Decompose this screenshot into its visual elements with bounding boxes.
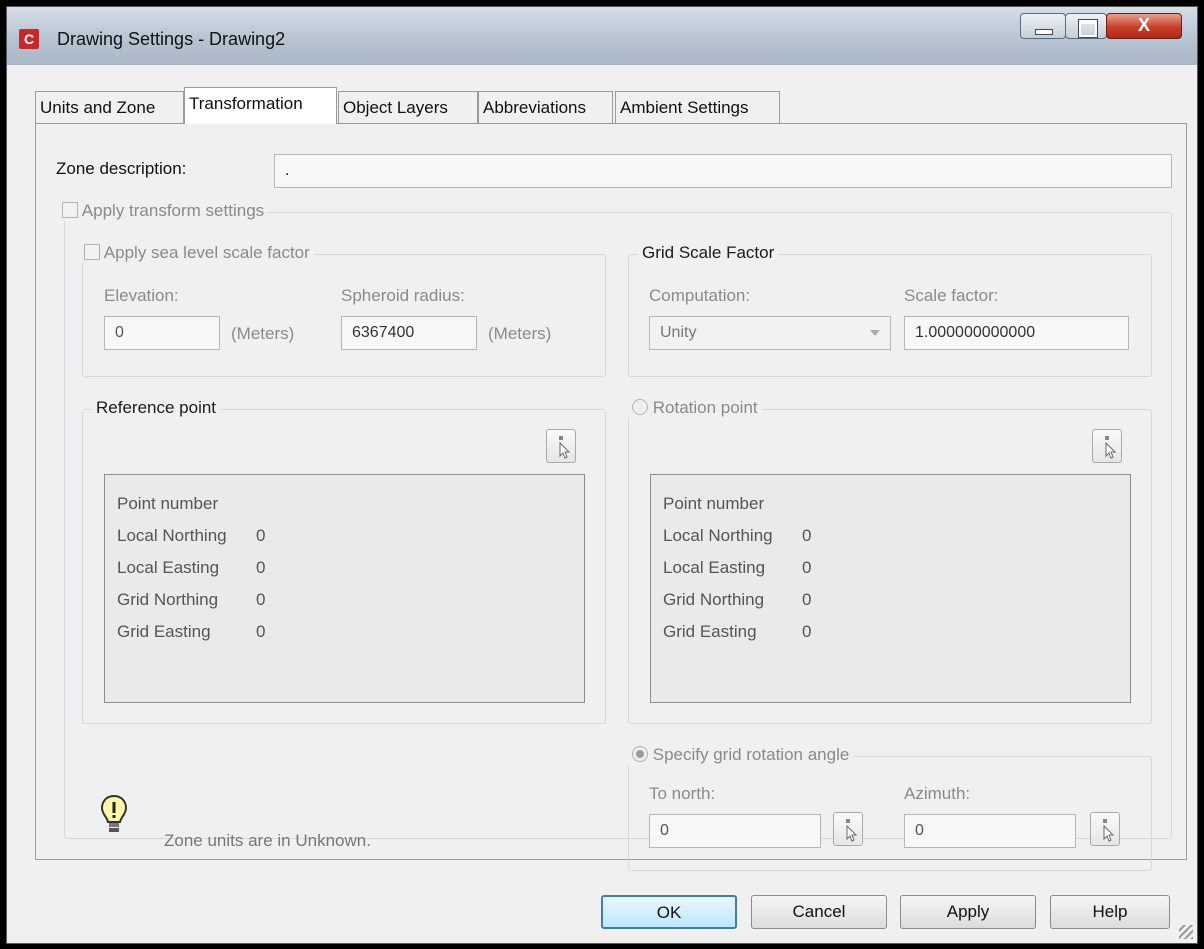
row-label: Point number [117, 494, 219, 513]
pick-cursor-icon [846, 819, 858, 842]
rotation-point-label: Rotation point [652, 398, 758, 417]
row-label: Local Easting [663, 558, 766, 577]
rotation-point-pick-button[interactable] [1092, 429, 1122, 463]
pick-cursor-icon [1105, 436, 1117, 459]
row-value: 0 [256, 622, 266, 641]
list-item: Grid Northing 0 [117, 590, 265, 610]
list-item: Point number [117, 494, 218, 514]
grid-rotation-radio[interactable] [632, 746, 648, 762]
sea-level-label: Apply sea level scale factor [103, 243, 310, 262]
elevation-field[interactable]: 0 [104, 316, 220, 350]
ok-button[interactable]: OK [601, 895, 737, 929]
dialog-window: C Drawing Settings - Drawing2 X Units an… [6, 6, 1198, 944]
pick-cursor-icon [1103, 819, 1115, 842]
to-north-field[interactable]: 0 [649, 814, 821, 848]
to-north-pick-button[interactable] [833, 812, 863, 846]
grid-scale-title: Grid Scale Factor [638, 243, 779, 263]
tab-transformation[interactable]: Transformation [184, 87, 337, 124]
dialog-client: Units and Zone Transformation Object Lay… [7, 65, 1197, 943]
reference-point-title: Reference point [92, 398, 221, 418]
close-icon: X [1137, 15, 1150, 35]
sea-level-checkbox[interactable] [84, 244, 100, 260]
row-label: Point number [663, 494, 765, 513]
title-bar[interactable]: C Drawing Settings - Drawing2 X [7, 7, 1197, 65]
computation-dropdown[interactable]: Unity [649, 316, 891, 350]
resize-grip[interactable] [1179, 925, 1193, 939]
list-item: Grid Northing 0 [663, 590, 811, 610]
row-value: 0 [256, 558, 266, 577]
list-item: Local Northing 0 [117, 526, 265, 546]
tab-units-and-zone[interactable]: Units and Zone [35, 91, 184, 123]
list-item: Local Northing 0 [663, 526, 811, 546]
list-item: Local Easting 0 [663, 558, 811, 578]
azimuth-pick-button[interactable] [1090, 812, 1120, 846]
row-label: Local Easting [117, 558, 220, 577]
tab-ambient-settings[interactable]: Ambient Settings [615, 91, 780, 123]
row-label: Local Northing [663, 526, 773, 545]
to-north-label: To north: [649, 784, 716, 803]
row-value: 0 [802, 558, 812, 577]
rotation-point-info: Point number Local Northing 0 Local Easti… [650, 474, 1131, 703]
tab-abbreviations[interactable]: Abbreviations [478, 91, 613, 123]
lightbulb-icon [100, 794, 128, 832]
apply-transform-checkbox[interactable] [62, 202, 78, 218]
help-button[interactable]: Help [1050, 895, 1170, 929]
list-item: Grid Easting 0 [663, 622, 811, 642]
scale-factor-label: Scale factor: [904, 286, 999, 305]
row-label: Grid Easting [663, 622, 757, 641]
zone-description-label: Zone description: [56, 159, 187, 178]
grid-rotation-label: Specify grid rotation angle [652, 745, 850, 764]
list-item: Grid Easting 0 [117, 622, 265, 642]
row-value: 0 [802, 590, 812, 609]
computation-value: Unity [660, 324, 697, 341]
close-button[interactable]: X [1106, 13, 1182, 39]
minimize-button[interactable] [1020, 13, 1066, 39]
elevation-unit: (Meters) [231, 324, 295, 343]
chevron-down-icon [870, 330, 880, 336]
row-value: 0 [802, 526, 812, 545]
elevation-label: Elevation: [104, 286, 179, 305]
rotation-point-radio[interactable] [632, 399, 648, 415]
apply-button[interactable]: Apply [900, 895, 1036, 929]
grid-rotation-title: Specify grid rotation angle [628, 745, 854, 765]
row-label: Grid Northing [117, 590, 219, 609]
row-value: 0 [802, 622, 812, 641]
window-title: Drawing Settings - Drawing2 [57, 29, 286, 49]
minimize-icon [1035, 29, 1053, 35]
azimuth-label: Azimuth: [904, 784, 971, 803]
spheroid-radius-unit: (Meters) [488, 324, 552, 343]
cancel-button[interactable]: Cancel [751, 895, 887, 929]
pick-cursor-icon [559, 436, 571, 459]
transformation-panel: Zone description: . Apply transform sett… [35, 123, 1187, 871]
reference-point-info: Point number Local Northing 0 Local Easti… [104, 474, 585, 703]
scale-factor-field[interactable]: 1.000000000000 [904, 316, 1129, 350]
computation-label: Computation: [649, 286, 751, 305]
list-item: Point number [663, 494, 764, 514]
apply-transform-title: Apply transform settings [58, 201, 269, 221]
row-value: 0 [256, 526, 266, 545]
tab-object-layers[interactable]: Object Layers [338, 91, 478, 123]
maximize-icon [1079, 20, 1097, 37]
civil3d-icon: C [19, 29, 39, 49]
sea-level-title: Apply sea level scale factor [80, 243, 314, 263]
list-item: Local Easting 0 [117, 558, 265, 578]
rotation-point-title: Rotation point [628, 398, 762, 418]
row-label: Local Northing [117, 526, 227, 545]
spheroid-radius-field[interactable]: 6367400 [341, 316, 477, 350]
row-label: Grid Northing [663, 590, 765, 609]
row-value: 0 [256, 590, 266, 609]
spheroid-radius-label: Spheroid radius: [341, 286, 465, 305]
apply-transform-label: Apply transform settings [81, 201, 265, 220]
row-label: Grid Easting [117, 622, 211, 641]
zone-description-field[interactable]: . [274, 154, 1172, 188]
reference-point-pick-button[interactable] [546, 429, 576, 463]
maximize-button[interactable] [1065, 13, 1107, 39]
azimuth-field[interactable]: 0 [904, 814, 1076, 848]
zone-units-message: Zone units are in Unknown. [164, 831, 371, 850]
